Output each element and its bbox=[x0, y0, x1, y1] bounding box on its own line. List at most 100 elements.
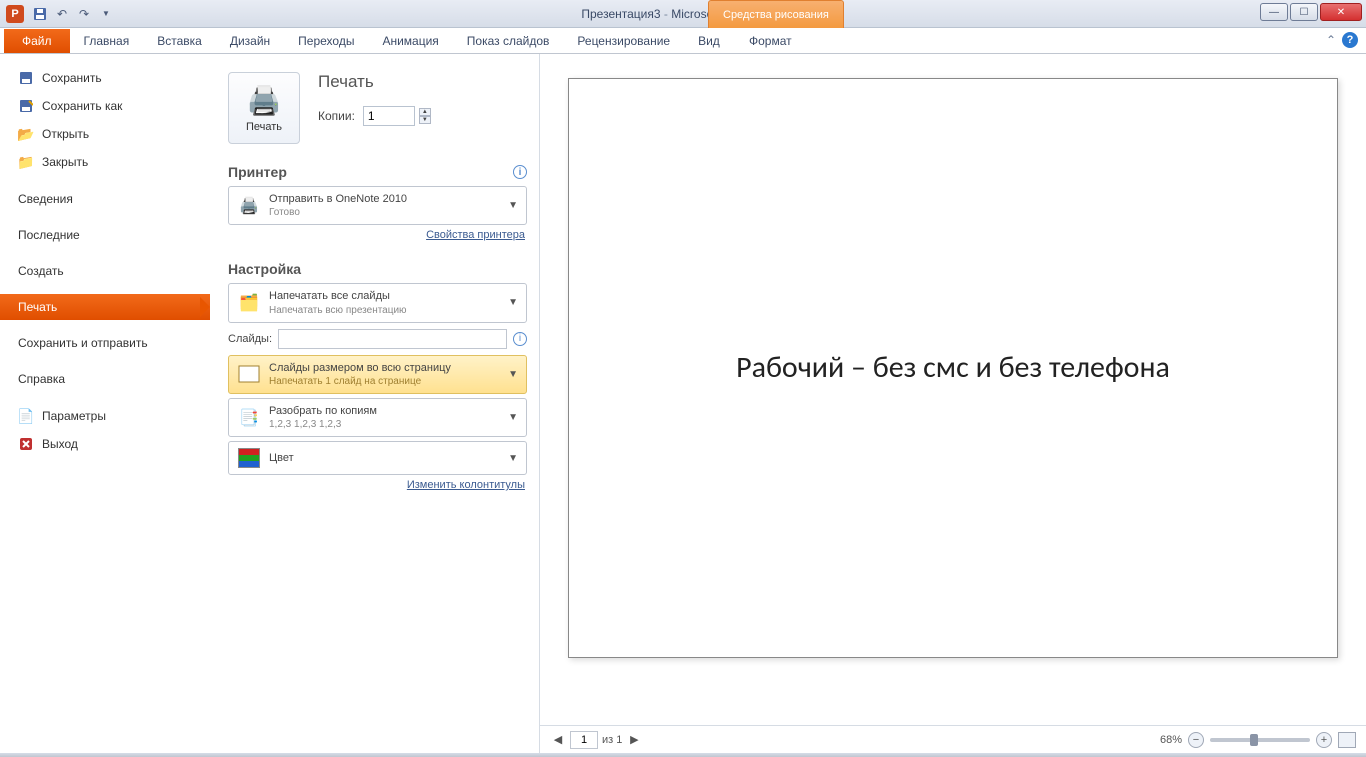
sidebar-label: Создать bbox=[18, 264, 64, 278]
save-icon[interactable] bbox=[30, 4, 50, 24]
undo-icon[interactable]: ↶ bbox=[52, 4, 72, 24]
tab-file[interactable]: Файл bbox=[4, 29, 70, 53]
color-selector[interactable]: Цвет ▼ bbox=[228, 441, 527, 475]
redo-icon[interactable]: ↷ bbox=[74, 4, 94, 24]
print-preview-area: Рабочий – без смс и без телефона ◀ из 1 … bbox=[540, 54, 1366, 753]
collate-sub: 1,2,3 1,2,3 1,2,3 bbox=[269, 418, 500, 431]
tab-transitions[interactable]: Переходы bbox=[284, 29, 368, 53]
sidebar-item-save-as[interactable]: Сохранить как bbox=[0, 92, 210, 120]
preview-footer: ◀ из 1 ▶ 68% − + bbox=[540, 725, 1366, 753]
printer-icon: 🖨️ bbox=[247, 84, 282, 117]
minimize-button[interactable]: — bbox=[1260, 3, 1288, 21]
window-controls: — ☐ ✕ bbox=[1260, 3, 1362, 21]
page-of-label: из 1 bbox=[602, 734, 622, 746]
sidebar-item-new[interactable]: Создать bbox=[0, 258, 210, 284]
color-swatch-icon bbox=[237, 447, 261, 469]
layout-title: Слайды размером во всю страницу bbox=[269, 361, 500, 375]
spinner-down-icon[interactable]: ▼ bbox=[419, 116, 431, 124]
help-icon[interactable]: ? bbox=[1342, 32, 1358, 48]
copies-spinner[interactable]: ▲▼ bbox=[419, 108, 431, 124]
quick-access-toolbar: ↶ ↷ ▼ bbox=[30, 4, 116, 24]
spinner-up-icon[interactable]: ▲ bbox=[419, 108, 431, 116]
color-title: Цвет bbox=[269, 451, 500, 465]
slide-content-text: Рабочий – без смс и без телефона bbox=[696, 348, 1210, 389]
zoom-slider-thumb[interactable] bbox=[1250, 734, 1258, 746]
layout-sub: Напечатать 1 слайд на странице bbox=[269, 375, 500, 388]
document-name: Презентация3 bbox=[581, 7, 660, 21]
printer-properties-link[interactable]: Свойства принтера bbox=[426, 229, 525, 241]
sidebar-item-options[interactable]: 📄 Параметры bbox=[0, 402, 210, 430]
contextual-tab-group: Средства рисования bbox=[708, 0, 844, 28]
sidebar-item-open[interactable]: 📂Открыть bbox=[0, 120, 210, 148]
tab-insert[interactable]: Вставка bbox=[143, 29, 216, 53]
collate-selector[interactable]: 📑 Разобрать по копиям 1,2,3 1,2,3 1,2,3 … bbox=[228, 398, 527, 437]
printer-ready-icon: 🖨️ bbox=[237, 195, 261, 217]
sidebar-item-info[interactable]: Сведения bbox=[0, 186, 210, 212]
slide-preview-page: Рабочий – без смс и без телефона bbox=[568, 78, 1338, 658]
chevron-down-icon: ▼ bbox=[508, 412, 518, 423]
sidebar-label: Параметры bbox=[42, 409, 106, 423]
sidebar-item-print[interactable]: Печать bbox=[0, 294, 210, 320]
zoom-out-button[interactable]: − bbox=[1188, 732, 1204, 748]
title-bar: P ↶ ↷ ▼ Презентация3 - Microsoft PowerPo… bbox=[0, 0, 1366, 28]
print-settings-panel: 🖨️ Печать Печать Копии: ▲▼ Принтер i 🖨️ … bbox=[210, 54, 540, 753]
tab-review[interactable]: Рецензирование bbox=[563, 29, 684, 53]
close-button[interactable]: ✕ bbox=[1320, 3, 1362, 21]
sidebar-item-close[interactable]: 📁Закрыть bbox=[0, 148, 210, 176]
preview-canvas: Рабочий – без смс и без телефона bbox=[540, 54, 1366, 725]
sidebar-label: Открыть bbox=[42, 127, 89, 141]
page-layout-selector[interactable]: Слайды размером во всю страницу Напечата… bbox=[228, 355, 527, 394]
tab-home[interactable]: Главная bbox=[70, 29, 144, 53]
backstage-sidebar: Сохранить Сохранить как 📂Открыть 📁Закрыт… bbox=[0, 54, 210, 753]
prev-page-button[interactable]: ◀ bbox=[550, 732, 566, 748]
tab-format[interactable]: Формат bbox=[735, 29, 806, 53]
sidebar-label: Сохранить bbox=[42, 71, 102, 85]
ribbon-tabs: Файл Главная Вставка Дизайн Переходы Ани… bbox=[0, 28, 1366, 54]
copies-input[interactable] bbox=[363, 106, 415, 126]
backstage-view: Сохранить Сохранить как 📂Открыть 📁Закрыт… bbox=[0, 54, 1366, 753]
printer-selector[interactable]: 🖨️ Отправить в OneNote 2010 Готово ▼ bbox=[228, 186, 527, 225]
sidebar-label: Печать bbox=[18, 300, 57, 314]
save-icon bbox=[18, 70, 34, 86]
slides-stack-icon: 🗂️ bbox=[237, 292, 261, 314]
info-icon[interactable]: i bbox=[513, 165, 527, 179]
current-page-input[interactable] bbox=[570, 731, 598, 749]
info-icon[interactable]: i bbox=[513, 332, 527, 346]
print-range-selector[interactable]: 🗂️ Напечатать все слайды Напечатать всю … bbox=[228, 283, 527, 322]
sidebar-item-save[interactable]: Сохранить bbox=[0, 64, 210, 92]
edit-header-footer-link[interactable]: Изменить колонтитулы bbox=[407, 479, 525, 491]
sidebar-label: Сохранить как bbox=[42, 99, 122, 113]
tab-design[interactable]: Дизайн bbox=[216, 29, 284, 53]
powerpoint-app-icon: P bbox=[6, 5, 24, 23]
slides-input[interactable] bbox=[278, 329, 507, 349]
tab-view[interactable]: Вид bbox=[684, 29, 734, 53]
sidebar-label: Сохранить и отправить bbox=[18, 336, 148, 350]
printer-name: Отправить в OneNote 2010 bbox=[269, 192, 500, 206]
sidebar-label: Выход bbox=[42, 437, 78, 451]
next-page-button[interactable]: ▶ bbox=[626, 732, 642, 748]
zoom-fit-button[interactable] bbox=[1338, 732, 1356, 748]
settings-section-heading: Настройка bbox=[228, 261, 301, 277]
exit-icon bbox=[18, 436, 34, 452]
zoom-in-button[interactable]: + bbox=[1316, 732, 1332, 748]
ribbon-help-area: ⌃ ? bbox=[1326, 32, 1358, 48]
page-navigator: ◀ из 1 ▶ bbox=[550, 731, 642, 749]
collate-title: Разобрать по копиям bbox=[269, 404, 500, 418]
chevron-down-icon: ▼ bbox=[508, 297, 518, 308]
chevron-down-icon: ▼ bbox=[508, 453, 518, 464]
tab-slideshow[interactable]: Показ слайдов bbox=[453, 29, 564, 53]
print-heading: Печать bbox=[318, 72, 431, 92]
maximize-button[interactable]: ☐ bbox=[1290, 3, 1318, 21]
printer-section-heading: Принтер bbox=[228, 164, 287, 180]
sidebar-item-share[interactable]: Сохранить и отправить bbox=[0, 330, 210, 356]
qat-more-icon[interactable]: ▼ bbox=[96, 4, 116, 24]
print-button-label: Печать bbox=[246, 121, 282, 133]
tab-animations[interactable]: Анимация bbox=[368, 29, 452, 53]
print-button[interactable]: 🖨️ Печать bbox=[228, 72, 300, 144]
zoom-slider[interactable] bbox=[1210, 738, 1310, 742]
minimize-ribbon-icon[interactable]: ⌃ bbox=[1326, 33, 1336, 47]
sidebar-item-exit[interactable]: Выход bbox=[0, 430, 210, 458]
sidebar-item-help[interactable]: Справка bbox=[0, 366, 210, 392]
options-icon: 📄 bbox=[18, 408, 34, 424]
sidebar-item-recent[interactable]: Последние bbox=[0, 222, 210, 248]
